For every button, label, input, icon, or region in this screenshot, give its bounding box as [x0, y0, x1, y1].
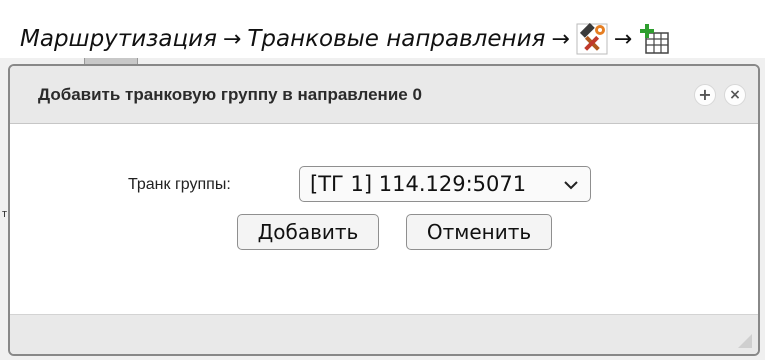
breadcrumb-separator: →: [551, 26, 570, 52]
breadcrumb: Маршрутизация → Транковые направления → …: [20, 20, 670, 58]
add-button[interactable]: Добавить: [237, 214, 379, 250]
add-trunk-group-dialog: Добавить транковую группу в направление …: [8, 64, 760, 356]
breadcrumb-separator: →: [222, 26, 242, 52]
chevron-down-icon: [562, 175, 580, 193]
breadcrumb-item-routing: Маршрутизация: [20, 26, 217, 52]
breadcrumb-separator: →: [613, 26, 633, 52]
tools-icon: [576, 22, 608, 55]
dialog-footer: [10, 314, 758, 354]
trunk-group-select-value: [ТГ 1] 114.129:5071: [310, 172, 527, 196]
trunk-group-label: Транк группы:: [128, 176, 231, 193]
cancel-button[interactable]: Отменить: [406, 214, 552, 250]
trunk-group-select[interactable]: [ТГ 1] 114.129:5071: [299, 166, 591, 202]
close-button[interactable]: ×: [724, 84, 746, 106]
resize-grip-icon[interactable]: [738, 334, 752, 348]
maximize-button[interactable]: +: [694, 84, 716, 106]
dialog-header[interactable]: Добавить транковую группу в направление …: [10, 66, 758, 124]
dialog-title: Добавить транковую группу в направление …: [38, 84, 422, 104]
background-text: т: [2, 208, 8, 220]
breadcrumb-item-trunk-directions: Транковые направления: [247, 26, 546, 52]
add-table-icon: [638, 23, 670, 55]
